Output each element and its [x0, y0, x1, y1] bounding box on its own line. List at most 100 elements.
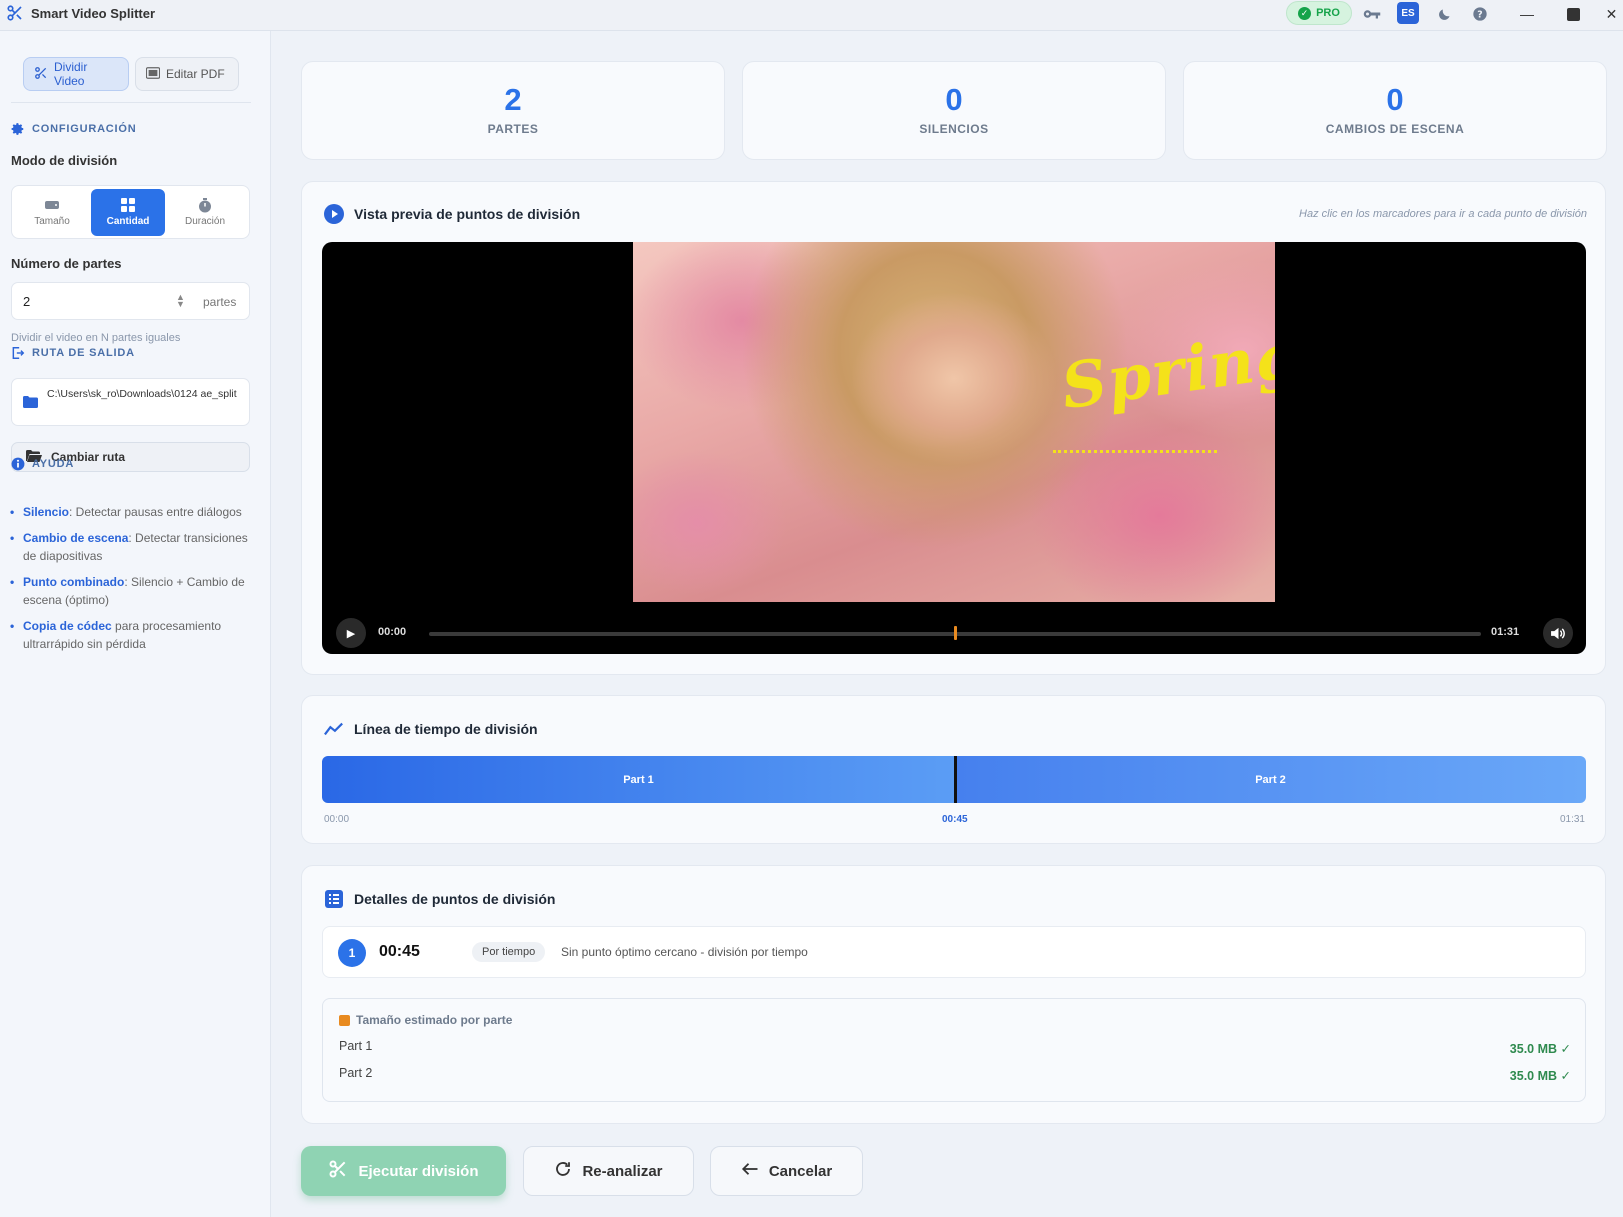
tab-label: Editar PDF: [166, 67, 225, 81]
parts-value: 2: [23, 294, 31, 309]
current-time: 00:00: [378, 626, 407, 638]
scissors-icon: [328, 1159, 348, 1183]
overlay-text: Spring: [1057, 317, 1275, 424]
mode-label: Modo de división: [11, 153, 118, 168]
help-icon[interactable]: ?: [1469, 3, 1491, 25]
video-player[interactable]: Spring ▶ 00:00 01:31: [322, 242, 1586, 654]
language-button[interactable]: ES: [1397, 2, 1419, 24]
preview-card: Vista previa de puntos de división Haz c…: [301, 181, 1606, 675]
pro-badge[interactable]: ✓ PRO: [1286, 1, 1352, 25]
parts-count-input[interactable]: 2 ▲ ▼ partes: [11, 282, 250, 320]
refresh-icon: [554, 1160, 572, 1182]
details-card: Detalles de puntos de división 1 00:45 P…: [301, 865, 1606, 1124]
help-item: Punto combinado: Silencio + Cambio de es…: [10, 573, 250, 609]
seek-bar[interactable]: [429, 626, 1481, 640]
split-type-badge: Por tiempo: [472, 942, 546, 962]
parts-unit: partes: [203, 295, 237, 309]
help-list: Silencio: Detectar pausas entre diálogos…: [10, 503, 250, 661]
size-part: Part 1: [339, 1039, 373, 1053]
help-item: Copia de códec para procesamiento ultrar…: [10, 617, 250, 653]
stat-value: 2: [504, 82, 522, 117]
duration: 01:31: [1491, 626, 1520, 638]
details-title: Detalles de puntos de división: [324, 889, 555, 909]
close-button[interactable]: ✕: [1600, 0, 1623, 28]
timeline-tick-mid: 00:45: [942, 814, 968, 825]
video-frame[interactable]: Spring: [633, 242, 1275, 602]
stat-label: SILENCIOS: [919, 122, 989, 136]
info-icon: [11, 457, 25, 471]
stat-label: PARTES: [487, 122, 539, 136]
player-controls: ▶ 00:00 01:31: [322, 602, 1586, 654]
stat-value: 0: [1386, 82, 1404, 117]
tab-label: Dividir Video: [54, 60, 88, 88]
timeline-card: Línea de tiempo de división Part 1 Part …: [301, 695, 1606, 844]
mode-count[interactable]: Cantidad: [91, 189, 165, 236]
output-path: C:\Users\sk_ro\Downloads\0124 ae_split: [47, 388, 237, 400]
check-icon: ✓: [1298, 6, 1312, 20]
split-mode-selector: Tamaño Cantidad Duración: [11, 185, 250, 239]
split-description: Sin punto óptimo cercano - división por …: [561, 945, 808, 959]
size-value: 35.0 MB ✓: [1509, 1042, 1571, 1056]
tab-split-video[interactable]: Dividir Video: [23, 57, 129, 91]
split-point-row[interactable]: 1 00:45 Por tiempo Sin punto óptimo cerc…: [322, 926, 1586, 978]
timeline-part-2[interactable]: Part 2: [955, 756, 1586, 803]
stat-label: CAMBIOS DE ESCENA: [1325, 122, 1465, 136]
maximize-button[interactable]: [1555, 0, 1591, 28]
play-button[interactable]: ▶: [336, 618, 366, 648]
stat-card-silences: 0 SILENCIOS: [742, 61, 1166, 160]
app-title: Smart Video Splitter: [31, 6, 156, 21]
output-path-box: C:\Users\sk_ro\Downloads\0124 ae_split: [11, 378, 250, 426]
timeline-part-1[interactable]: Part 1: [322, 756, 955, 803]
mode-size[interactable]: Tamaño: [15, 189, 89, 236]
play-circle-icon: [324, 204, 344, 224]
module-tabs: Dividir Video Editar PDF: [11, 57, 251, 103]
sidebar: Dividir Video Editar PDF CONFIGURACIÓN M…: [0, 31, 271, 1217]
export-icon: [11, 346, 25, 360]
timeline-tick-end: 01:31: [1559, 814, 1585, 825]
size-row: Part 2 35.0 MB ✓: [339, 1066, 1571, 1083]
overlay-underline: [1053, 450, 1217, 453]
cancel-button[interactable]: Cancelar: [710, 1146, 863, 1196]
help-item: Cambio de escena: Detectar transiciones …: [10, 529, 250, 565]
mode-duration[interactable]: Duración: [168, 189, 242, 236]
preview-title: Vista previa de puntos de división: [324, 204, 580, 224]
config-section-title: CONFIGURACIÓN: [11, 122, 137, 136]
size-row: Part 1 35.0 MB ✓: [339, 1039, 1571, 1056]
pro-label: PRO: [1316, 7, 1340, 19]
moon-icon[interactable]: [1433, 3, 1455, 25]
execute-split-button[interactable]: Ejecutar división: [301, 1146, 506, 1196]
key-icon[interactable]: [1361, 3, 1383, 25]
minimize-button[interactable]: —: [1509, 0, 1545, 28]
folder-icon: [23, 395, 38, 408]
svg-text:?: ?: [1477, 9, 1482, 20]
stepper-icon[interactable]: ▲ ▼: [176, 293, 185, 309]
split-time: 00:45: [379, 943, 420, 960]
grid-icon: [120, 198, 136, 212]
speaker-icon: [1550, 627, 1565, 639]
preview-hint: Haz clic en los marcadores para ir a cad…: [1299, 208, 1587, 220]
hard-drive-icon: [44, 198, 60, 212]
image-icon: [145, 66, 161, 82]
volume-button[interactable]: [1543, 618, 1573, 648]
scissors-icon: [6, 4, 26, 26]
stat-card-parts: 2 PARTES: [301, 61, 725, 160]
output-section-title: RUTA DE SALIDA: [11, 346, 135, 360]
size-value: 35.0 MB ✓: [1509, 1069, 1571, 1083]
chart-line-icon: [324, 719, 344, 739]
size-part: Part 2: [339, 1066, 373, 1080]
help-item: Silencio: Detectar pausas entre diálogos: [10, 503, 250, 521]
stat-card-scene-changes: 0 CAMBIOS DE ESCENA: [1183, 61, 1607, 160]
split-marker[interactable]: [954, 626, 957, 640]
estimated-size-box: Tamaño estimado por parte Part 1 35.0 MB…: [322, 998, 1586, 1102]
tab-edit-pdf[interactable]: Editar PDF: [135, 57, 239, 91]
parts-label: Número de partes: [11, 256, 122, 271]
split-index: 1: [338, 939, 366, 967]
stopwatch-icon: [197, 197, 213, 212]
timeline-bar[interactable]: Part 1 Part 2: [322, 756, 1586, 803]
parts-hint: Dividir el video en N partes iguales: [11, 332, 181, 344]
timeline-split-line[interactable]: [954, 756, 957, 803]
gear-icon: [11, 122, 25, 136]
size-title: Tamaño estimado por parte: [339, 1013, 512, 1027]
reanalyze-button[interactable]: Re-analizar: [523, 1146, 694, 1196]
arrow-left-icon: [741, 1161, 759, 1181]
